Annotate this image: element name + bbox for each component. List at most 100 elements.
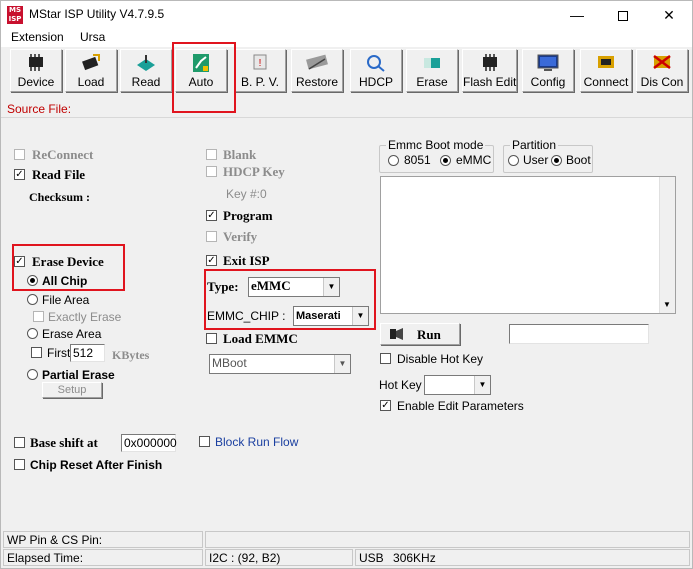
block-run-flow-checkbox[interactable] — [199, 436, 210, 447]
menu-bar: Extension Ursa — [1, 29, 692, 47]
chip-reset-label: Chip Reset After Finish — [30, 458, 163, 472]
window-title: MStar ISP Utility V4.7.9.5 — [29, 7, 165, 21]
hot-key-label: Hot Key — [379, 378, 422, 392]
run-icon — [390, 328, 403, 340]
minimize-icon: — — [570, 7, 584, 23]
load-button[interactable]: Load — [65, 49, 117, 92]
run-button[interactable]: Run — [380, 323, 460, 345]
toolbar: Device Load Read Auto ! B. P. V. Restore… — [1, 47, 692, 95]
verify-checkbox[interactable] — [206, 231, 217, 242]
config-icon — [537, 54, 559, 71]
partial-erase-radio[interactable] — [27, 369, 38, 380]
exactly-erase-checkbox[interactable] — [33, 311, 44, 322]
exactly-erase-label: Exactly Erase — [48, 310, 122, 324]
flash-edit-icon — [482, 54, 497, 71]
file-area-radio[interactable] — [27, 294, 38, 305]
flash-edit-button[interactable]: Flash Edit — [462, 49, 517, 92]
partition-title: Partition — [510, 138, 559, 152]
svg-text:!: ! — [259, 58, 262, 69]
hot-key-select[interactable]: ▼ — [424, 375, 491, 395]
reconnect-checkbox[interactable] — [14, 149, 25, 160]
hdcp-key-icon — [367, 55, 385, 72]
verify-label: Verify — [223, 229, 258, 244]
kbytes-label: KBytes — [112, 348, 150, 362]
reconnect-label: ReConnect — [32, 147, 94, 162]
read-label: Read — [131, 75, 161, 89]
checksum-label: Checksum : — [29, 190, 91, 204]
erase-area-radio[interactable] — [27, 328, 38, 339]
connect-button[interactable]: Connect — [580, 49, 632, 92]
load-label: Load — [77, 75, 105, 89]
hdcp-key-checkbox[interactable] — [206, 166, 217, 177]
minimize-button[interactable]: — — [554, 1, 600, 29]
i2c-status: I2C : (92, B2) — [205, 549, 353, 566]
menu-extension[interactable]: Extension — [11, 30, 64, 44]
usb-speed: 306KHz — [393, 551, 436, 565]
title-bar: MS ISP MStar ISP Utility V4.7.9.5 — ✕ — [1, 1, 692, 29]
elapsed-time-status: Elapsed Time: — [3, 549, 203, 566]
load-emmc-label: Load EMMC — [223, 331, 298, 346]
hdcp-key-label: HDCP Key — [223, 164, 285, 179]
file-area-label: File Area — [42, 293, 90, 307]
partition-user-radio[interactable] — [508, 155, 519, 166]
read-file-label: Read File — [32, 167, 86, 182]
close-button[interactable]: ✕ — [646, 1, 692, 29]
boot-mode-emmc-radio[interactable] — [440, 155, 451, 166]
usb-label: USB — [359, 551, 384, 565]
read-button[interactable]: Read — [120, 49, 172, 92]
base-shift-label: Base shift at — [30, 435, 98, 450]
hdcp-button[interactable]: HDCP — [350, 49, 402, 92]
load-emmc-checkbox[interactable] — [206, 333, 217, 344]
boot-mode-8051-radio[interactable] — [388, 155, 399, 166]
emmc-boot-mode-title: Emmc Boot mode — [386, 138, 486, 152]
program-checkbox[interactable]: ✓ — [206, 210, 217, 221]
bpv-icon: ! — [253, 54, 267, 70]
mboot-select-value: MBoot — [212, 356, 247, 370]
base-shift-checkbox[interactable] — [14, 437, 25, 448]
boot-mode-8051-label: 8051 — [404, 153, 431, 167]
enable-edit-params-checkbox[interactable]: ✓ — [380, 400, 391, 411]
blank-label: Blank — [223, 147, 257, 162]
block-run-flow-label: Block Run Flow — [215, 435, 299, 449]
flash-edit-label: Flash Edit — [463, 75, 517, 89]
app-logo-icon: MS ISP — [7, 6, 23, 24]
read-file-checkbox[interactable]: ✓ — [14, 169, 25, 180]
close-icon: ✕ — [663, 7, 675, 23]
disable-hot-key-checkbox[interactable] — [380, 353, 391, 364]
log-scrollbar[interactable]: ▼ — [659, 177, 675, 313]
device-button[interactable]: Device — [10, 49, 62, 92]
menu-ursa[interactable]: Ursa — [80, 30, 105, 44]
first-kbytes-input[interactable]: 512 — [70, 344, 105, 362]
base-shift-input[interactable]: 0x000000 — [121, 434, 177, 452]
partition-boot-radio[interactable] — [551, 155, 562, 166]
chevron-down-icon: ▼ — [474, 376, 490, 394]
highlight-erase-device — [12, 244, 125, 291]
bpv-button[interactable]: ! B. P. V. — [234, 49, 286, 92]
maximize-button[interactable] — [600, 1, 646, 29]
disconnect-icon — [653, 55, 671, 69]
disconnect-label: Dis Con — [640, 75, 684, 89]
key-index-label: Key #:0 — [226, 187, 267, 201]
partial-erase-label: Partial Erase — [42, 368, 115, 382]
chip-icon — [29, 54, 43, 71]
mboot-select[interactable]: MBoot ▼ — [209, 354, 351, 374]
bpv-label: B. P. V. — [240, 75, 280, 89]
exit-isp-checkbox[interactable]: ✓ — [206, 255, 217, 266]
log-textarea[interactable]: ▼ — [380, 176, 676, 314]
restore-button[interactable]: Restore — [291, 49, 343, 92]
device-label: Device — [17, 75, 55, 89]
run-status-field — [509, 324, 649, 344]
blank-checkbox[interactable] — [206, 149, 217, 160]
config-button[interactable]: Config — [522, 49, 574, 92]
setup-button[interactable]: Setup — [42, 382, 102, 398]
hdcp-label: HDCP — [358, 75, 393, 89]
highlight-auto — [172, 42, 236, 113]
restore-label: Restore — [295, 75, 339, 89]
first-checkbox[interactable] — [31, 347, 42, 358]
chip-reset-checkbox[interactable] — [14, 459, 25, 470]
wp-pin-status: WP Pin & CS Pin: — [3, 531, 203, 548]
exit-isp-label: Exit ISP — [223, 253, 270, 268]
disconnect-button[interactable]: Dis Con — [636, 49, 688, 92]
erase-button[interactable]: Erase — [406, 49, 458, 92]
partition-boot-label: Boot — [566, 153, 591, 167]
